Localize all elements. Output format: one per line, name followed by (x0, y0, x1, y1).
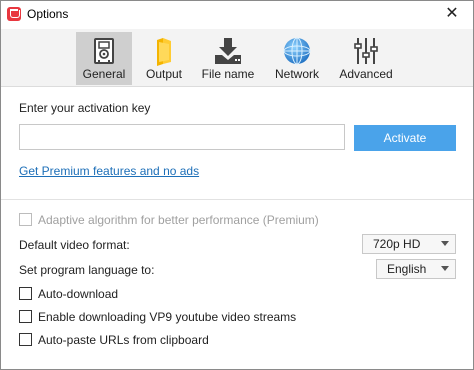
folder-icon (157, 38, 171, 66)
general-settings-icon (94, 38, 114, 64)
tab-file-name-label: File name (201, 67, 255, 81)
auto-download-checkbox[interactable] (19, 287, 32, 301)
options-window: Options ✕ General Output File name Netwo… (0, 0, 474, 370)
download-icon (215, 38, 241, 64)
auto-paste-label: Auto-paste URLs from clipboard (38, 333, 209, 347)
auto-download-option[interactable]: Auto-download (19, 287, 118, 301)
options-toolbar: General Output File name Network Advance… (1, 29, 473, 87)
language-label: Set program language to: (19, 263, 155, 277)
window-title: Options (27, 7, 69, 21)
tab-network[interactable]: Network (267, 32, 327, 85)
tab-advanced-label: Advanced (339, 67, 393, 81)
auto-download-label: Auto-download (38, 287, 119, 301)
close-button[interactable]: ✕ (439, 4, 465, 24)
adaptive-algorithm-checkbox (19, 213, 32, 227)
tab-output[interactable]: Output (138, 32, 190, 85)
vp9-option[interactable]: Enable downloading VP9 youtube video str… (19, 310, 296, 324)
tab-network-label: Network (274, 67, 319, 81)
video-format-value: 720p HD (373, 237, 421, 251)
adaptive-algorithm-label: Adaptive algorithm for better performanc… (38, 213, 319, 227)
tab-advanced[interactable]: Advanced (334, 32, 398, 85)
section-divider (1, 199, 473, 200)
activation-key-input[interactable] (19, 124, 345, 150)
activate-button[interactable]: Activate (354, 125, 456, 151)
globe-icon (283, 37, 311, 65)
activation-key-label: Enter your activation key (19, 101, 151, 115)
adaptive-algorithm-option: Adaptive algorithm for better performanc… (19, 213, 319, 227)
language-value: English (387, 262, 427, 276)
chevron-down-icon (441, 266, 449, 271)
auto-paste-option[interactable]: Auto-paste URLs from clipboard (19, 333, 209, 347)
tab-output-label: Output (145, 67, 183, 81)
title-bar: Options ✕ (1, 1, 473, 29)
sliders-icon (354, 38, 378, 64)
tab-general[interactable]: General (76, 32, 132, 85)
chevron-down-icon (441, 241, 449, 246)
auto-paste-checkbox[interactable] (19, 333, 32, 347)
tab-file-name[interactable]: File name (197, 32, 259, 85)
vp9-label: Enable downloading VP9 youtube video str… (38, 310, 297, 324)
language-select[interactable]: English (376, 259, 456, 279)
video-format-label: Default video format: (19, 238, 130, 252)
app-logo-icon (7, 7, 21, 21)
vp9-checkbox[interactable] (19, 310, 32, 324)
get-premium-link[interactable]: Get Premium features and no ads (19, 164, 199, 178)
tab-general-label: General (82, 67, 126, 81)
video-format-select[interactable]: 720p HD (362, 234, 456, 254)
